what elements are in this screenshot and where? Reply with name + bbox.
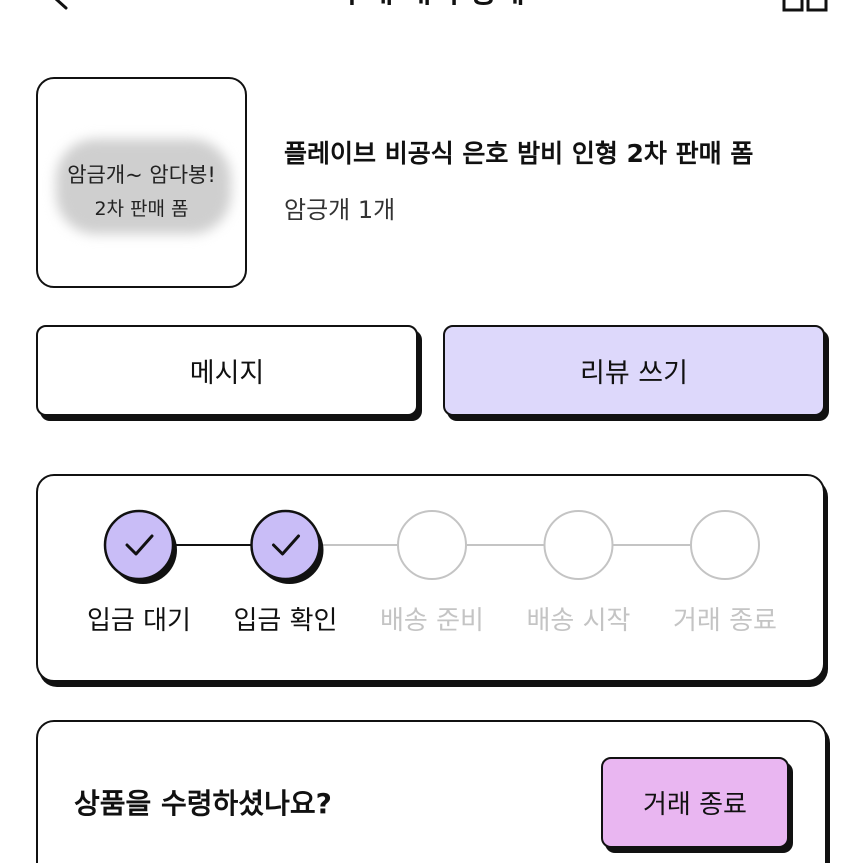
- progress-step-label: 입금 대기: [87, 606, 191, 636]
- progress-step-marker: [250, 509, 324, 584]
- progress-step-marker: [543, 510, 614, 580]
- progress-step-marker: [397, 510, 467, 580]
- complete-transaction-button[interactable]: 거래 종료: [601, 757, 789, 848]
- progress-step-label: 배송 시작: [526, 606, 631, 636]
- progress-step-label: 거래 종료: [673, 606, 777, 636]
- progress-step-label: 배송 준비: [380, 606, 484, 636]
- progress-step-marker: [103, 509, 177, 584]
- receive-question: 상품을 수령하셨나요?: [74, 787, 332, 820]
- progress-step-marker: [690, 510, 760, 580]
- progress-step-label: 입금 확인: [233, 606, 338, 636]
